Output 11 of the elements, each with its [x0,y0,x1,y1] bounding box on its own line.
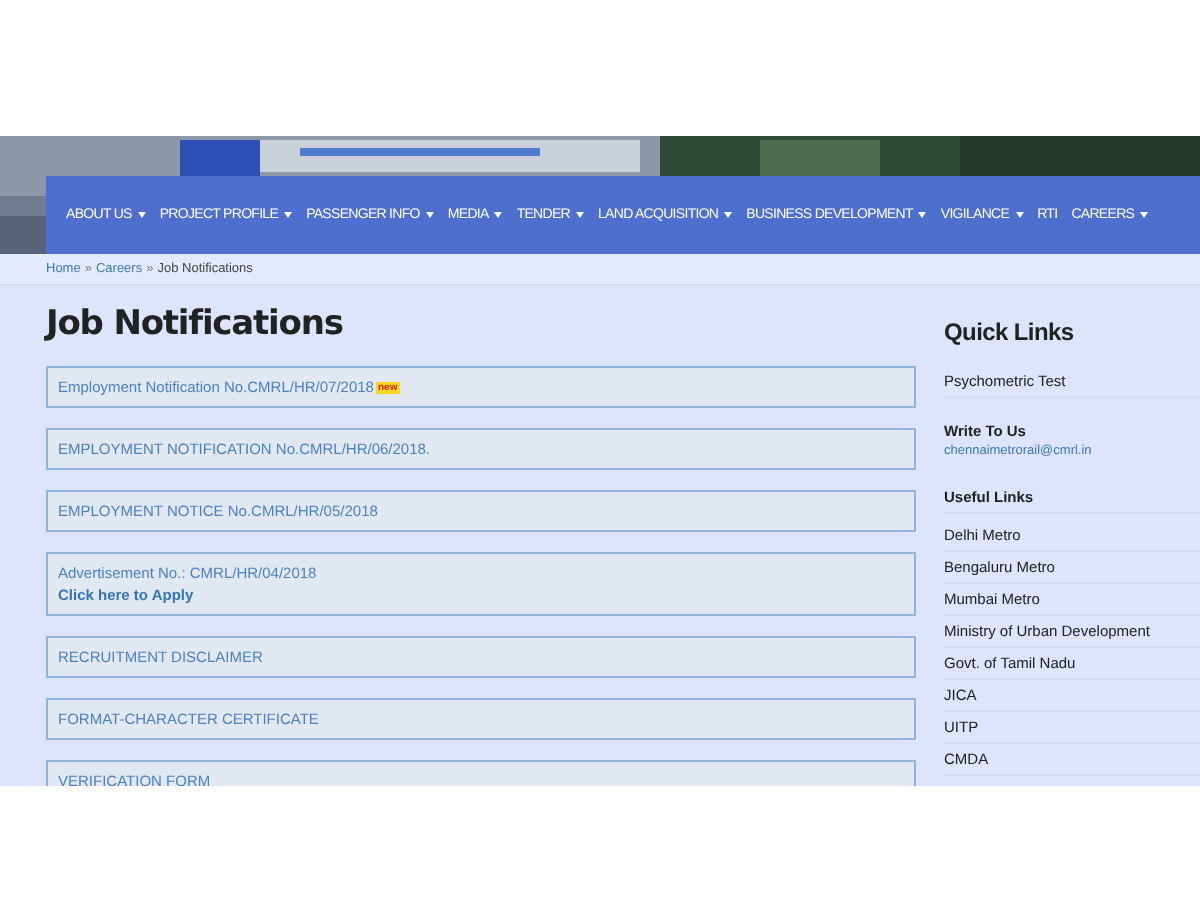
sidebar-heading: Quick Links [944,318,1076,346]
caret-icon [724,212,733,218]
caret-icon [918,212,927,218]
caret-icon [1015,212,1024,218]
caret-icon [425,212,434,218]
caret-icon [284,212,293,218]
caret-icon [137,212,146,218]
caret-icon [1140,212,1149,218]
caret-icon [576,212,584,218]
caret-icon [494,212,503,218]
page-title: Job Notifications [46,302,345,346]
